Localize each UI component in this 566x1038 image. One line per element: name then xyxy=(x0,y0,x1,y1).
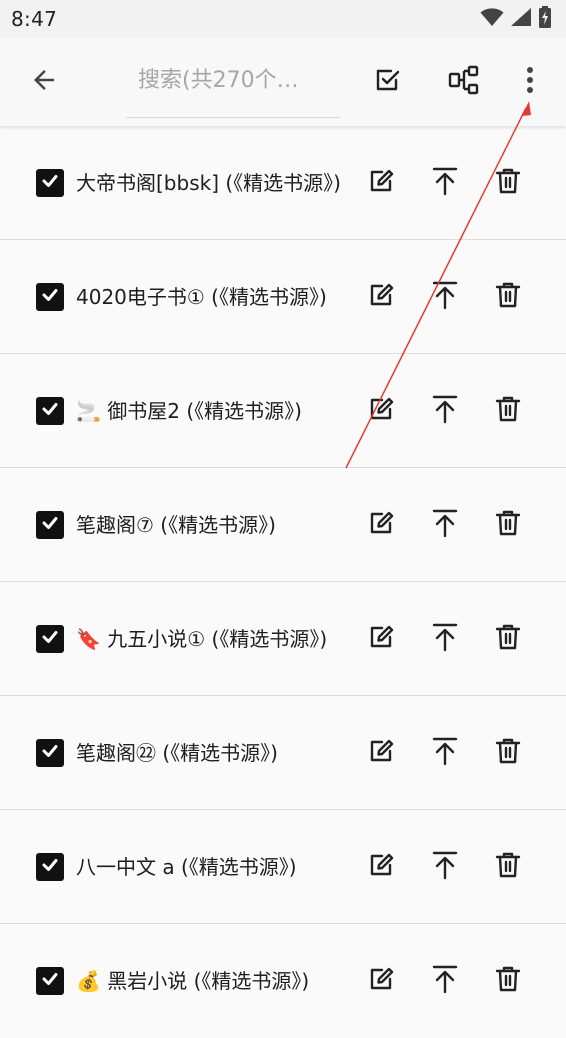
edit-icon xyxy=(368,281,396,313)
source-title: 🚬 御书屋2 (《精选书源》) xyxy=(76,399,302,423)
edit-icon xyxy=(368,965,396,997)
group-manage-button[interactable] xyxy=(440,58,488,106)
check-icon xyxy=(40,627,60,651)
edit-button[interactable] xyxy=(358,615,406,663)
source-checkbox[interactable] xyxy=(36,169,64,197)
source-row[interactable]: 🔖 九五小说① (《精选书源》) xyxy=(0,582,566,696)
check-icon xyxy=(40,855,60,879)
move-to-top-button[interactable] xyxy=(421,387,469,435)
source-row[interactable]: 4020电子书① (《精选书源》) xyxy=(0,240,566,354)
edit-button[interactable] xyxy=(358,159,406,207)
delete-button[interactable] xyxy=(484,615,532,663)
source-row[interactable]: 八一中文 a (《精选书源》) xyxy=(0,810,566,924)
search-input[interactable] xyxy=(126,56,340,104)
move-to-top-button[interactable] xyxy=(421,615,469,663)
check-icon xyxy=(40,399,60,423)
move-to-top-icon xyxy=(431,280,459,314)
move-to-top-icon xyxy=(431,964,459,998)
delete-icon xyxy=(495,623,521,655)
delete-button[interactable] xyxy=(484,159,532,207)
delete-icon xyxy=(495,851,521,883)
top-toolbar xyxy=(0,38,566,126)
delete-button[interactable] xyxy=(484,957,532,1005)
select-all-button[interactable] xyxy=(364,58,412,106)
delete-button[interactable] xyxy=(484,387,532,435)
delete-icon xyxy=(495,509,521,541)
check-icon xyxy=(40,513,60,537)
check-icon xyxy=(40,969,60,993)
source-checkbox[interactable] xyxy=(36,853,64,881)
edit-icon xyxy=(368,395,396,427)
source-row[interactable]: 笔趣阁㉒ (《精选书源》) xyxy=(0,696,566,810)
move-to-top-button[interactable] xyxy=(421,273,469,321)
source-title: 4020电子书① (《精选书源》) xyxy=(76,285,327,309)
status-icons xyxy=(480,6,552,32)
more-vert-icon xyxy=(526,66,534,98)
edit-button[interactable] xyxy=(358,729,406,777)
source-title: 🔖 九五小说① (《精选书源》) xyxy=(76,627,328,651)
delete-button[interactable] xyxy=(484,273,532,321)
source-row[interactable]: 大帝书阁[bbsk] (《精选书源》) xyxy=(0,126,566,240)
edit-button[interactable] xyxy=(358,387,406,435)
edit-icon xyxy=(368,737,396,769)
signal-icon xyxy=(510,7,532,31)
source-title: 💰 黑岩小说 (《精选书源》) xyxy=(76,969,310,993)
source-checkbox[interactable] xyxy=(36,511,64,539)
source-row[interactable]: 🚬 御书屋2 (《精选书源》) xyxy=(0,354,566,468)
move-to-top-icon xyxy=(431,508,459,542)
move-to-top-button[interactable] xyxy=(421,501,469,549)
group-tree-icon xyxy=(448,65,480,99)
check-icon xyxy=(40,741,60,765)
edit-icon xyxy=(368,167,396,199)
edit-icon xyxy=(368,623,396,655)
move-to-top-icon xyxy=(431,166,459,200)
source-row[interactable]: 💰 黑岩小说 (《精选书源》) xyxy=(0,924,566,1038)
source-list: 大帝书阁[bbsk] (《精选书源》) 4020电子书① (《精选书源》) 🚬 御书… xyxy=(0,126,566,1038)
source-title: 八一中文 a (《精选书源》) xyxy=(76,855,297,879)
source-checkbox[interactable] xyxy=(36,739,64,767)
move-to-top-button[interactable] xyxy=(421,957,469,1005)
edit-icon xyxy=(368,509,396,541)
delete-icon xyxy=(495,965,521,997)
source-checkbox[interactable] xyxy=(36,283,64,311)
source-title: 大帝书阁[bbsk] (《精选书源》) xyxy=(76,171,341,195)
edit-button[interactable] xyxy=(358,501,406,549)
delete-icon xyxy=(495,737,521,769)
edit-button[interactable] xyxy=(358,957,406,1005)
source-title: 笔趣阁⑦ (《精选书源》) xyxy=(76,513,276,537)
move-to-top-icon xyxy=(431,622,459,656)
move-to-top-button[interactable] xyxy=(421,729,469,777)
delete-icon xyxy=(495,281,521,313)
delete-icon xyxy=(495,167,521,199)
battery-icon xyxy=(538,6,552,32)
delete-icon xyxy=(495,395,521,427)
check-icon xyxy=(40,171,60,195)
arrow-left-icon xyxy=(29,65,59,99)
source-checkbox[interactable] xyxy=(36,625,64,653)
delete-button[interactable] xyxy=(484,729,532,777)
move-to-top-button[interactable] xyxy=(421,159,469,207)
status-bar: 8:47 xyxy=(0,0,566,38)
edit-button[interactable] xyxy=(358,843,406,891)
checkbox-select-icon xyxy=(374,66,402,98)
delete-button[interactable] xyxy=(484,501,532,549)
move-to-top-button[interactable] xyxy=(421,843,469,891)
more-options-button[interactable] xyxy=(506,58,554,106)
wifi-icon xyxy=(480,7,504,31)
move-to-top-icon xyxy=(431,850,459,884)
move-to-top-icon xyxy=(431,394,459,428)
source-row[interactable]: 笔趣阁⑦ (《精选书源》) xyxy=(0,468,566,582)
edit-button[interactable] xyxy=(358,273,406,321)
source-checkbox[interactable] xyxy=(36,397,64,425)
back-button[interactable] xyxy=(20,58,68,106)
status-time: 8:47 xyxy=(11,7,58,31)
source-checkbox[interactable] xyxy=(36,967,64,995)
search-field[interactable] xyxy=(126,56,340,118)
source-title: 笔趣阁㉒ (《精选书源》) xyxy=(76,741,278,765)
move-to-top-icon xyxy=(431,736,459,770)
edit-icon xyxy=(368,851,396,883)
check-icon xyxy=(40,285,60,309)
delete-button[interactable] xyxy=(484,843,532,891)
